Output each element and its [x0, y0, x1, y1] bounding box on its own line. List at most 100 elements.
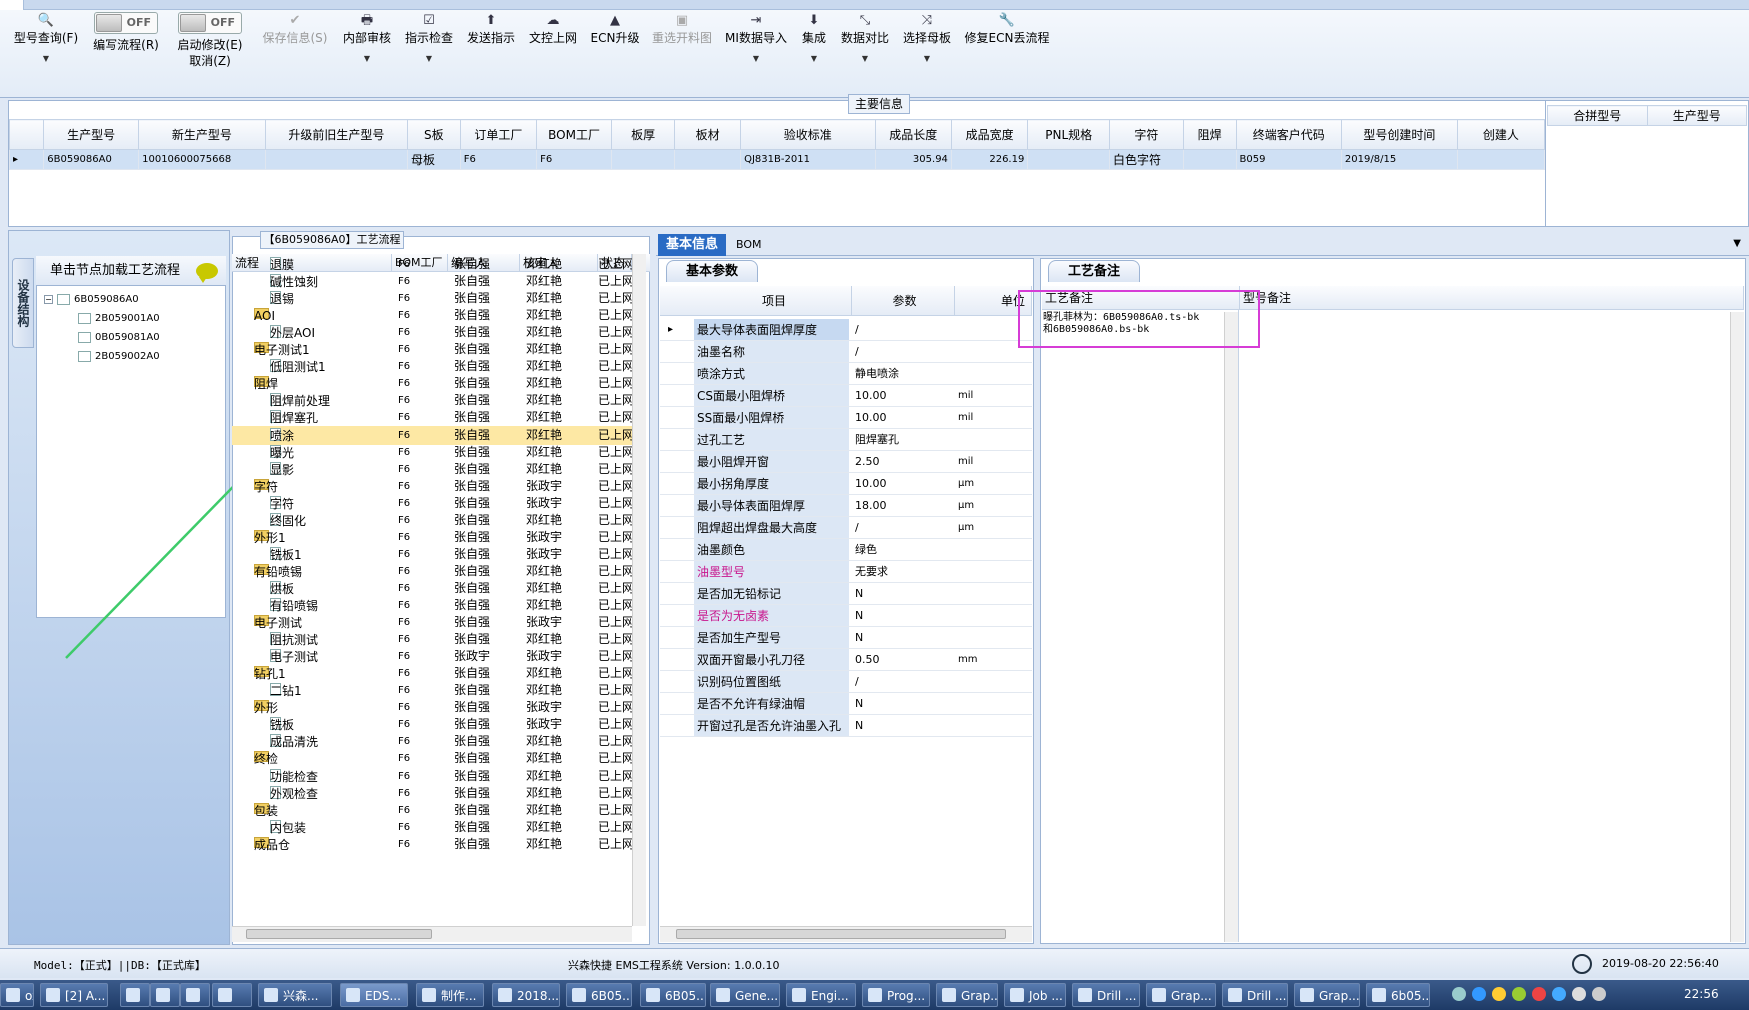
internal-review-button[interactable]: 🖶 内部审核 ▼ [340, 12, 394, 92]
column-header[interactable]: 成品长度 [874, 119, 952, 150]
column-header[interactable]: 项目 [694, 286, 852, 316]
param-value[interactable]: N [852, 605, 952, 627]
tray-icon[interactable] [1532, 987, 1546, 1001]
table-cell[interactable] [674, 149, 742, 170]
param-value[interactable]: / [852, 319, 952, 341]
tray-icon[interactable] [1492, 987, 1506, 1001]
param-value[interactable]: 10.00 [852, 473, 952, 495]
param-value[interactable]: 10.00 [852, 407, 952, 429]
column-header[interactable]: 阻焊 [1182, 119, 1237, 150]
tray-icon[interactable] [1512, 987, 1526, 1001]
column-header[interactable]: 成品宽度 [950, 119, 1029, 150]
param-row[interactable]: SS面最小阻焊桥 10.00 mil [660, 407, 1032, 429]
taskbar-app-button[interactable]: Grap... [1294, 983, 1360, 1007]
param-value[interactable]: / [852, 671, 952, 693]
column-header[interactable]: 合拼型号 [1547, 105, 1648, 126]
node-checkbox[interactable] [57, 293, 70, 305]
chevron-down-icon[interactable]: ▼ [340, 54, 394, 63]
taskbar-app-button[interactable]: EDS... [340, 983, 408, 1007]
param-value[interactable]: N [852, 715, 952, 737]
cancel-button[interactable]: 取消(Z) [172, 53, 248, 69]
taskbar-app-button[interactable]: [2] A... [40, 983, 108, 1007]
tree-node-child[interactable]: 0B059081A0 [78, 329, 160, 347]
table-cell[interactable] [264, 149, 409, 170]
remarks-scrollbar[interactable] [1730, 312, 1744, 942]
table-cell[interactable]: B059 [1235, 149, 1342, 170]
column-header[interactable]: 字符 [1109, 119, 1184, 150]
column-header[interactable]: 升级前旧生产型号 [264, 119, 409, 150]
tab-bom[interactable]: BOM [728, 234, 770, 256]
select-motherboard-button[interactable]: ⤨ 选择母板 ▼ [900, 12, 954, 92]
chevron-down-icon[interactable]: ▼ [796, 54, 832, 63]
integrate-button[interactable]: ⬇ 集成 ▼ [796, 12, 832, 92]
instruction-check-button[interactable]: ☑ 指示检查 ▼ [402, 12, 456, 92]
taskbar-app-button[interactable]: Drill ... [1222, 983, 1288, 1007]
column-header[interactable]: 终端客户代码 [1235, 119, 1342, 150]
column-header[interactable]: 型号备注 [1240, 286, 1744, 310]
param-row[interactable]: 识别码位置图纸 / [660, 671, 1032, 693]
column-header[interactable]: 订单工厂 [459, 119, 538, 150]
taskbar-app-button[interactable]: 2018... [492, 983, 560, 1007]
param-row[interactable]: 开窗过孔是否允许油墨入孔 N [660, 715, 1032, 737]
param-row[interactable]: 是否加生产型号 N [660, 627, 1032, 649]
tray-icon[interactable] [1452, 987, 1466, 1001]
param-value[interactable]: N [852, 693, 952, 715]
column-header[interactable]: 验收标准 [740, 119, 876, 150]
tab-basic-info[interactable]: 基本信息 [658, 234, 727, 256]
start-modify-toggle[interactable]: OFF 启动修改(E) 取消(Z) [172, 12, 248, 92]
taskbar-clock[interactable]: 22:56 [1684, 987, 1719, 1001]
param-row[interactable]: 油墨名称 / [660, 341, 1032, 363]
taskbar-app-button[interactable]: Engi... [786, 983, 856, 1007]
table-cell[interactable]: 305.94 [874, 149, 952, 170]
taskbar-app-button[interactable]: oxm... [0, 983, 34, 1007]
toggle-switch[interactable]: OFF [94, 12, 158, 34]
param-value[interactable]: N [852, 627, 952, 649]
send-instruction-button[interactable]: ⬆ 发送指示 [464, 12, 518, 92]
param-row[interactable]: 油墨型号 无要求 [660, 561, 1032, 583]
param-row[interactable]: CS面最小阻焊桥 10.00 mil [660, 385, 1032, 407]
chevron-down-icon[interactable]: ▼ [1733, 238, 1741, 249]
tree-node-child[interactable]: 2B059001A0 [78, 310, 160, 328]
tab-process-remarks[interactable]: 工艺备注 [1048, 260, 1140, 282]
ribbon-home-tab[interactable] [0, 0, 24, 10]
taskbar-app-button[interactable]: Prog... [862, 983, 930, 1007]
column-header[interactable]: 生产型号 [43, 119, 140, 150]
chevron-down-icon[interactable]: ▼ [838, 54, 892, 63]
taskbar-app-button[interactable]: Gene... [710, 983, 780, 1007]
table-row[interactable]: ▸ 6B059086A0 10010600075668 母板 F6 F6 QJ831B-20… [8, 149, 1546, 170]
param-row[interactable]: 阻焊超出焊盘最大高度 / μm [660, 517, 1032, 539]
fix-ecn-flow-button[interactable]: 🔧 修复ECN丢流程 [962, 12, 1052, 92]
param-value[interactable]: N [852, 583, 952, 605]
column-header[interactable]: 参数 [852, 286, 955, 316]
column-header[interactable]: 型号创建时间 [1340, 119, 1458, 150]
flow-row[interactable]: −成品仓F6张自强邓红艳已上网 [232, 835, 634, 854]
table-cell[interactable] [610, 149, 676, 170]
param-value[interactable]: 18.00 [852, 495, 952, 517]
column-header[interactable]: S板 [407, 119, 461, 150]
taskbar-app-button[interactable]: Job ... [1004, 983, 1066, 1007]
table-cell[interactable]: 10010600075668 [138, 149, 266, 170]
network-icon[interactable] [1572, 987, 1586, 1001]
table-cell[interactable]: F6 [536, 149, 612, 170]
param-row[interactable]: ▸ 最大导体表面阻焊厚度 / [660, 319, 1032, 341]
param-value[interactable]: 10.00 [852, 385, 952, 407]
taskbar-app-button[interactable]: 制作... [416, 983, 484, 1007]
column-header[interactable]: 板厚 [610, 119, 676, 150]
toggle-switch[interactable]: OFF [178, 12, 242, 34]
help-icon[interactable] [1472, 987, 1486, 1001]
mi-data-import-button[interactable]: ⇥ MI数据导入 ▼ [722, 12, 790, 92]
param-row[interactable]: 过孔工艺 阻焊塞孔 [660, 429, 1032, 451]
param-value[interactable]: 绿色 [852, 539, 952, 561]
param-row[interactable]: 喷涂方式 静电喷涂 [660, 363, 1032, 385]
table-cell[interactable]: F6 [459, 149, 538, 170]
node-checkbox[interactable] [78, 331, 91, 343]
param-row[interactable]: 油墨颜色 绿色 [660, 539, 1032, 561]
ecn-upgrade-button[interactable]: ▲ ECN升级 [588, 12, 642, 92]
data-compare-button[interactable]: ⤡ 数据对比 ▼ [838, 12, 892, 92]
param-row[interactable]: 最小拐角厚度 10.00 μm [660, 473, 1032, 495]
flow-hscrollbar[interactable] [232, 926, 632, 942]
param-row[interactable]: 是否不允许有绿油帽 N [660, 693, 1032, 715]
taskbar-app-button[interactable]: 兴森... [258, 983, 332, 1007]
taskbar-app-button[interactable]: Grap... [1146, 983, 1216, 1007]
chevron-down-icon[interactable]: ▼ [900, 54, 954, 63]
